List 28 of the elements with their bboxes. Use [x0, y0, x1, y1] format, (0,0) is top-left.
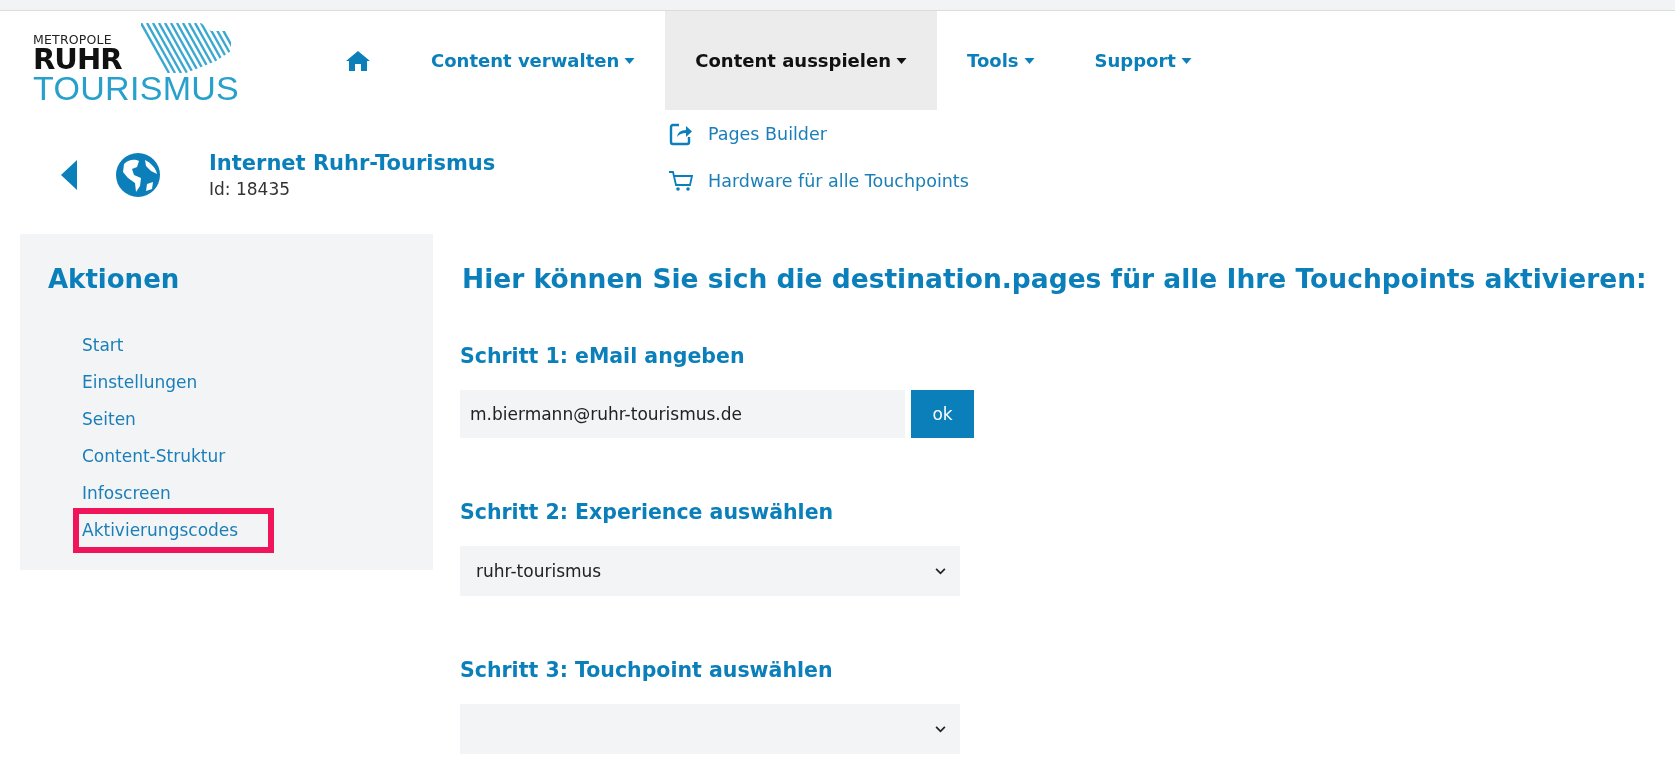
- page-heading: Hier können Sie sich die destination.pages für alle Ihre Touchpoints aktivieren:: [462, 263, 1647, 294]
- back-arrow-icon[interactable]: [60, 159, 78, 191]
- nav-menu-tab[interactable]: Content ausspielen: [665, 11, 937, 110]
- globe-icon: [115, 152, 161, 198]
- nav-menu-tab[interactable]: Content verwalten: [401, 11, 666, 110]
- nav-menu-tab[interactable]: Tools: [937, 11, 1065, 110]
- dropdown-item[interactable]: Hardware für alle Touchpoints: [668, 170, 969, 192]
- cart-icon: [668, 170, 694, 192]
- chevron-down-icon: [935, 725, 946, 733]
- step-heading: Schritt 3: Touchpoint auswählen: [460, 658, 834, 682]
- sidebar-link[interactable]: Aktivierungscodes: [73, 508, 275, 553]
- caret-icon: [896, 57, 907, 64]
- share-icon: [668, 122, 694, 146]
- caret-icon: [1023, 57, 1035, 64]
- site-title[interactable]: Internet Ruhr-Tourismus: [209, 151, 496, 175]
- step-heading: Schritt 1: eMail angeben: [460, 344, 746, 368]
- sidebar-title: Aktionen: [48, 264, 181, 294]
- step-heading: Schritt 2: Experience auswählen: [460, 500, 835, 524]
- logo[interactable]: METROPOLE RUHR TOURISMUS: [33, 23, 238, 103]
- ok-button[interactable]: ok: [911, 390, 974, 438]
- caret-icon: [1180, 57, 1192, 64]
- select-dropdown[interactable]: ruhr-tourismus: [460, 546, 960, 596]
- nav-menu-tab[interactable]: Support: [1064, 11, 1222, 110]
- dropdown-item[interactable]: Pages Builder: [668, 122, 969, 146]
- chevron-down-icon: [935, 567, 946, 575]
- email-input-field[interactable]: m.biermann@ruhr-tourismus.de: [460, 390, 905, 438]
- caret-icon: [624, 57, 636, 64]
- site-id: Id: 18435: [209, 179, 291, 199]
